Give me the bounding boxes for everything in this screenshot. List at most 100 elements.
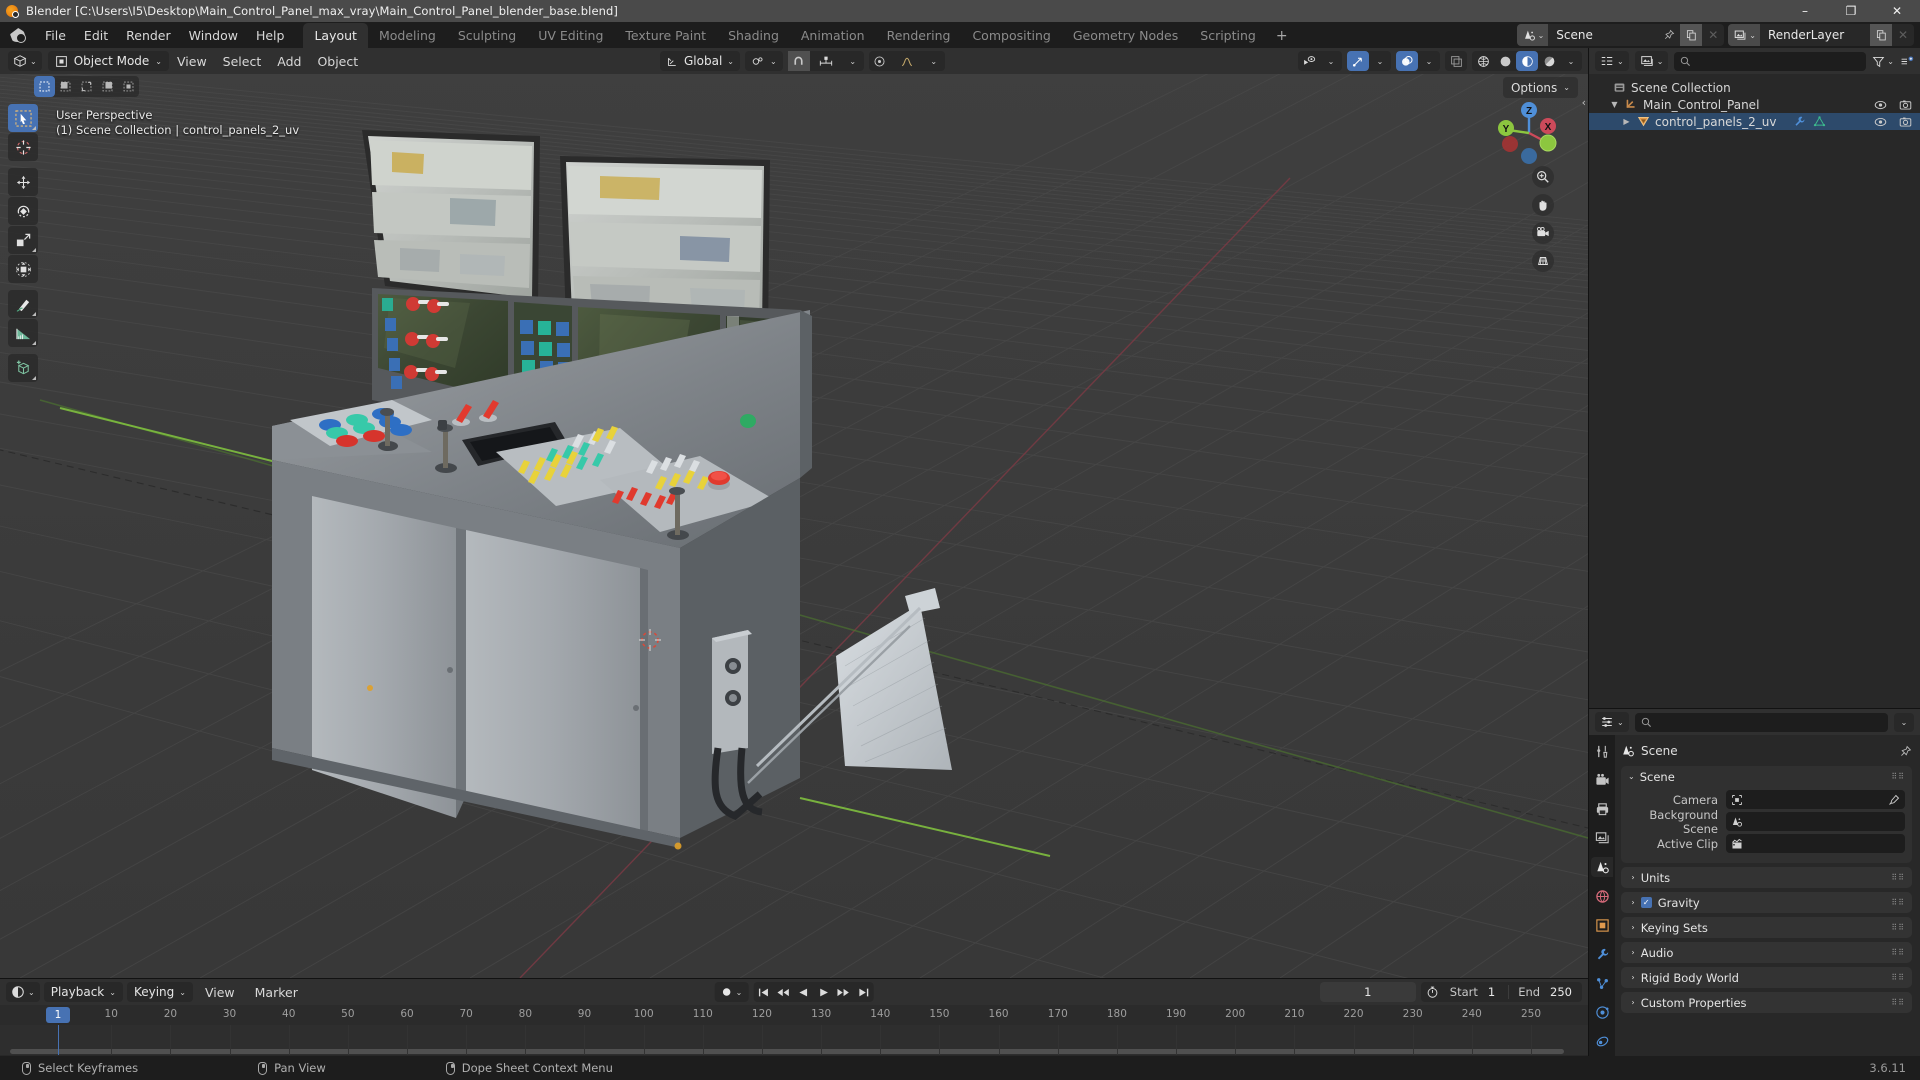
eyedropper-icon[interactable]	[1888, 794, 1900, 806]
start-frame-value[interactable]: 1	[1484, 985, 1505, 999]
mesh-triangle-icon[interactable]	[1813, 115, 1826, 128]
minimize-button[interactable]: –	[1782, 0, 1828, 22]
expand-triangle-icon[interactable]: ▶	[1621, 117, 1632, 126]
timeline-menu-view[interactable]: View	[197, 982, 243, 1003]
select-subtract-icon[interactable]	[76, 76, 97, 97]
disable-in-renders-icon[interactable]	[1899, 116, 1912, 128]
playhead-frame-badge[interactable]: 1	[46, 1007, 70, 1023]
jump-to-start-button[interactable]	[753, 982, 773, 1002]
background-scene-field[interactable]	[1726, 812, 1905, 831]
viewport-menu-select[interactable]: Select	[215, 51, 270, 72]
snap-magnet-icon[interactable]	[788, 51, 810, 71]
keying-dropdown[interactable]: Keying ⌄	[127, 982, 193, 1002]
new-collection-icon[interactable]	[1900, 55, 1914, 68]
tab-scripting[interactable]: Scripting	[1189, 23, 1267, 49]
timeline-menu-marker[interactable]: Marker	[247, 982, 306, 1003]
properties-editor[interactable]: ⌄ ⌄	[1588, 708, 1920, 1070]
previous-keyframe-button[interactable]	[773, 982, 793, 1002]
chevron-down-icon[interactable]: ⌄	[1369, 51, 1391, 71]
select-intersect-icon[interactable]	[118, 76, 139, 97]
pin-scene-icon[interactable]	[1658, 24, 1680, 46]
properties-tab-modifier[interactable]	[1591, 944, 1613, 964]
outliner-row-main-control-panel[interactable]: ▼ Main_Control_Panel	[1589, 96, 1920, 113]
properties-search-input[interactable]	[1635, 713, 1888, 732]
outliner-view-layer-icon[interactable]: ⌄	[1595, 51, 1629, 71]
select-extend-icon[interactable]	[55, 76, 76, 97]
stopwatch-icon[interactable]	[1421, 985, 1444, 999]
outliner-search-input[interactable]	[1674, 52, 1866, 71]
hand-pan-icon[interactable]	[1532, 194, 1554, 216]
end-frame-value[interactable]: 250	[1546, 985, 1582, 999]
gravity-panel-header[interactable]: ⌄ ✓ Gravity ⠿⠿	[1621, 892, 1912, 913]
cursor-tool[interactable]	[8, 133, 38, 161]
tab-uv-editing[interactable]: UV Editing	[527, 23, 614, 49]
zoom-icon[interactable]	[1532, 166, 1554, 188]
auto-keying-toggle[interactable]: ⌄	[715, 982, 749, 1002]
delete-scene-icon[interactable]: ✕	[1702, 24, 1724, 46]
tab-animation[interactable]: Animation	[790, 23, 876, 49]
new-scene-icon[interactable]	[1680, 24, 1702, 46]
timeline-scroll-handle[interactable]	[10, 1049, 1564, 1054]
active-clip-field[interactable]	[1726, 834, 1905, 853]
viewlayer-selector[interactable]: ⌄ RenderLayer ✕	[1728, 24, 1914, 46]
modifier-wrench-icon[interactable]	[1793, 115, 1806, 128]
scene-cone-icon[interactable]: ⌄	[1517, 24, 1549, 46]
menu-render[interactable]: Render	[117, 24, 180, 47]
timeline-scrollbar[interactable]	[0, 1047, 1588, 1055]
next-keyframe-button[interactable]	[833, 982, 853, 1002]
scene-selector[interactable]: ⌄ Scene ✕	[1517, 24, 1725, 46]
tab-texture-paint[interactable]: Texture Paint	[614, 23, 717, 49]
menu-file[interactable]: File	[36, 24, 75, 47]
outliner-display-mode-icon[interactable]: ⌄	[1635, 51, 1669, 71]
proportional-edit-icon[interactable]	[869, 51, 891, 71]
drag-dots-icon[interactable]: ⠿⠿	[1891, 948, 1905, 957]
tab-geometry-nodes[interactable]: Geometry Nodes	[1062, 23, 1189, 49]
editor-type-3dview-icon[interactable]: ⌄	[8, 51, 42, 71]
add-cube-tool[interactable]	[8, 354, 38, 382]
editor-type-properties-icon[interactable]: ⌄	[1595, 712, 1629, 732]
close-button[interactable]: ✕	[1874, 0, 1920, 22]
gravity-checkbox[interactable]: ✓	[1641, 897, 1652, 908]
tab-modeling[interactable]: Modeling	[368, 23, 447, 49]
view-layer-icon[interactable]: ⌄	[1728, 24, 1760, 46]
snap-pivot-dropdown[interactable]: ⌄	[745, 51, 783, 71]
transform-tool[interactable]	[8, 255, 38, 283]
viewport-menu-view[interactable]: View	[169, 51, 215, 72]
chevron-down-icon[interactable]: ⌄	[1320, 51, 1342, 71]
units-panel-header[interactable]: ⌄ Units ⠿⠿	[1621, 867, 1912, 888]
drag-dots-icon[interactable]: ⠿⠿	[1891, 973, 1905, 982]
disable-in-renders-icon[interactable]	[1899, 99, 1912, 111]
properties-tab-scene[interactable]	[1591, 857, 1613, 877]
properties-tab-output[interactable]	[1591, 799, 1613, 819]
chevron-down-icon[interactable]: ⌄	[1418, 51, 1440, 71]
jump-to-end-button[interactable]	[853, 982, 873, 1002]
transform-orientation-dropdown[interactable]: Global ⌄	[660, 51, 740, 71]
annotate-tool[interactable]	[8, 290, 38, 318]
delete-viewlayer-icon[interactable]: ✕	[1892, 24, 1914, 46]
drag-dots-icon[interactable]: ⠿⠿	[1891, 772, 1905, 781]
expand-triangle-icon[interactable]: ▼	[1609, 100, 1620, 109]
falloff-curve-icon[interactable]	[896, 51, 918, 71]
show-overlays-icon[interactable]	[1396, 51, 1418, 71]
scene-name[interactable]: Scene	[1548, 24, 1658, 46]
properties-tab-object[interactable]	[1591, 915, 1613, 935]
measure-tool[interactable]	[8, 319, 38, 347]
drag-dots-icon[interactable]: ⠿⠿	[1891, 998, 1905, 1007]
xray-toggle[interactable]	[1445, 51, 1467, 71]
play-reverse-button[interactable]	[793, 982, 813, 1002]
viewport-menu-add[interactable]: Add	[269, 51, 309, 72]
outliner-filter-icon[interactable]: ⌄	[1872, 55, 1894, 68]
select-set-icon[interactable]	[34, 76, 55, 97]
outliner-editor[interactable]: ⌄ ⌄ ⌄ Scene Collection	[1588, 48, 1920, 708]
audio-panel-header[interactable]: ⌄ Audio ⠿⠿	[1621, 942, 1912, 963]
rigid-body-world-panel-header[interactable]: ⌄ Rigid Body World ⠿⠿	[1621, 967, 1912, 988]
viewlayer-name[interactable]: RenderLayer	[1760, 24, 1870, 46]
timeline-editor[interactable]: ⌄ Playback ⌄ Keying ⌄ View Marker ⌄	[0, 978, 1588, 1056]
camera-field[interactable]	[1726, 790, 1905, 809]
shading-rendered-icon[interactable]	[1538, 51, 1560, 71]
rotate-tool[interactable]	[8, 197, 38, 225]
drag-dots-icon[interactable]: ⠿⠿	[1891, 923, 1905, 932]
hide-in-viewport-icon[interactable]	[1874, 100, 1887, 110]
shading-material-preview-icon[interactable]	[1516, 51, 1538, 71]
timeline-ruler[interactable]: 1020304050607080901001101201301401501601…	[0, 1005, 1588, 1025]
